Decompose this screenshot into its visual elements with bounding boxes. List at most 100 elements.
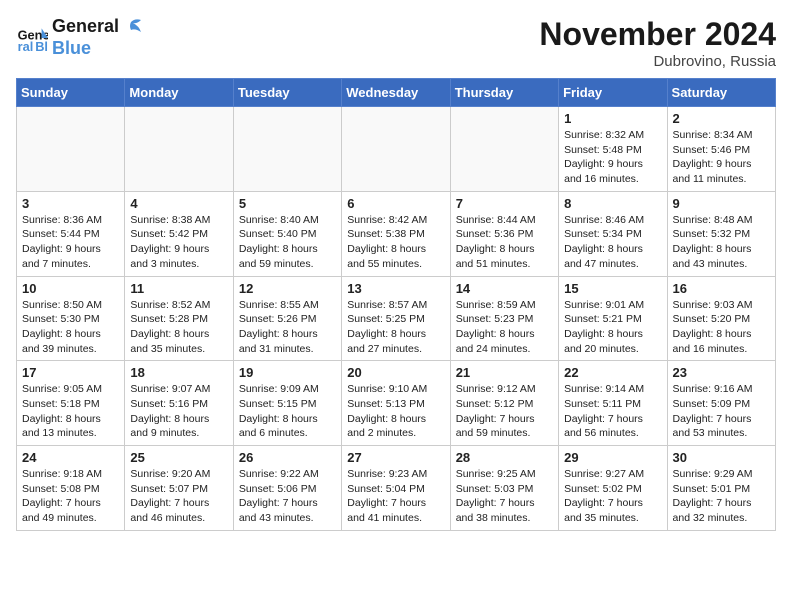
calendar-table: SundayMondayTuesdayWednesdayThursdayFrid… [16,78,776,531]
title-block: November 2024 Dubrovino, Russia [539,16,776,70]
day-info: Sunrise: 9:25 AM Sunset: 5:03 PM Dayligh… [456,467,553,526]
weekday-header-saturday: Saturday [667,79,775,107]
day-number: 29 [564,450,661,465]
calendar-cell: 16Sunrise: 9:03 AM Sunset: 5:20 PM Dayli… [667,276,775,361]
calendar-cell: 20 Sunrise: 9:10 AM Sunset: 5:13 PM Dayli… [342,361,450,446]
calendar-week-3: 10Sunrise: 8:50 AM Sunset: 5:30 PM Dayli… [17,276,776,361]
day-info: Sunrise: 9:12 AM Sunset: 5:12 PM Dayligh… [456,382,553,441]
day-info: Sunrise: 8:52 AM Sunset: 5:28 PM Dayligh… [130,298,227,357]
day-number: 28 [456,450,553,465]
calendar-cell [450,107,558,192]
day-number: 23 [673,365,770,380]
weekday-header-thursday: Thursday [450,79,558,107]
calendar-cell [342,107,450,192]
day-number: 4 [130,196,227,211]
calendar-cell: 18 Sunrise: 9:07 AM Sunset: 5:16 PM Dayli… [125,361,233,446]
calendar-cell: 1 Sunrise: 8:32 AM Sunset: 5:48 PM Daylig… [559,107,667,192]
calendar-cell: 12Sunrise: 8:55 AM Sunset: 5:26 PM Dayli… [233,276,341,361]
day-info: Sunrise: 9:09 AM Sunset: 5:15 PM Dayligh… [239,382,336,441]
day-info: Sunrise: 8:34 AM Sunset: 5:46 PM Dayligh… [673,128,770,187]
calendar-cell: 9 Sunrise: 8:48 AM Sunset: 5:32 PM Daylig… [667,191,775,276]
day-info: Sunrise: 8:32 AM Sunset: 5:48 PM Dayligh… [564,128,661,187]
day-number: 16 [673,281,770,296]
calendar-cell: 7 Sunrise: 8:44 AM Sunset: 5:36 PM Daylig… [450,191,558,276]
calendar-cell: 10Sunrise: 8:50 AM Sunset: 5:30 PM Dayli… [17,276,125,361]
day-number: 26 [239,450,336,465]
calendar-week-1: 1 Sunrise: 8:32 AM Sunset: 5:48 PM Daylig… [17,107,776,192]
day-number: 24 [22,450,119,465]
calendar-cell: 29 Sunrise: 9:27 AM Sunset: 5:02 PM Dayli… [559,446,667,531]
day-number: 10 [22,281,119,296]
day-info: Sunrise: 9:22 AM Sunset: 5:06 PM Dayligh… [239,467,336,526]
location: Dubrovino, Russia [539,53,776,70]
day-number: 15 [564,281,661,296]
calendar-cell: 28 Sunrise: 9:25 AM Sunset: 5:03 PM Dayli… [450,446,558,531]
day-number: 5 [239,196,336,211]
calendar-week-4: 17Sunrise: 9:05 AM Sunset: 5:18 PM Dayli… [17,361,776,446]
calendar-cell: 27 Sunrise: 9:23 AM Sunset: 5:04 PM Dayli… [342,446,450,531]
calendar-week-5: 24 Sunrise: 9:18 AM Sunset: 5:08 PM Dayli… [17,446,776,531]
weekday-header-sunday: Sunday [17,79,125,107]
day-number: 20 [347,365,444,380]
day-info: Sunrise: 9:23 AM Sunset: 5:04 PM Dayligh… [347,467,444,526]
day-info: Sunrise: 9:29 AM Sunset: 5:01 PM Dayligh… [673,467,770,526]
calendar-cell: 23 Sunrise: 9:16 AM Sunset: 5:09 PM Dayli… [667,361,775,446]
weekday-header-monday: Monday [125,79,233,107]
calendar-cell: 15Sunrise: 9:01 AM Sunset: 5:21 PM Dayli… [559,276,667,361]
calendar-cell: 8Sunrise: 8:46 AM Sunset: 5:34 PM Daylig… [559,191,667,276]
day-info: Sunrise: 8:46 AM Sunset: 5:34 PM Dayligh… [564,213,661,272]
day-info: Sunrise: 9:14 AM Sunset: 5:11 PM Dayligh… [564,382,661,441]
day-info: Sunrise: 8:38 AM Sunset: 5:42 PM Dayligh… [130,213,227,272]
weekday-header-friday: Friday [559,79,667,107]
calendar-cell: 4 Sunrise: 8:38 AM Sunset: 5:42 PM Daylig… [125,191,233,276]
logo-icon: Gene ral Bl [16,22,48,54]
day-number: 7 [456,196,553,211]
day-info: Sunrise: 8:48 AM Sunset: 5:32 PM Dayligh… [673,213,770,272]
day-number: 12 [239,281,336,296]
day-number: 9 [673,196,770,211]
weekday-header-row: SundayMondayTuesdayWednesdayThursdayFrid… [17,79,776,107]
calendar-cell: 26 Sunrise: 9:22 AM Sunset: 5:06 PM Dayli… [233,446,341,531]
day-info: Sunrise: 9:07 AM Sunset: 5:16 PM Dayligh… [130,382,227,441]
logo-blue: Blue [52,38,143,60]
day-number: 2 [673,111,770,126]
calendar-cell: 21Sunrise: 9:12 AM Sunset: 5:12 PM Dayli… [450,361,558,446]
calendar-cell: 17Sunrise: 9:05 AM Sunset: 5:18 PM Dayli… [17,361,125,446]
day-number: 6 [347,196,444,211]
calendar-cell [125,107,233,192]
day-info: Sunrise: 8:36 AM Sunset: 5:44 PM Dayligh… [22,213,119,272]
calendar-cell: 14 Sunrise: 8:59 AM Sunset: 5:23 PM Dayli… [450,276,558,361]
svg-text:Bl: Bl [35,38,48,53]
day-info: Sunrise: 9:16 AM Sunset: 5:09 PM Dayligh… [673,382,770,441]
day-info: Sunrise: 8:59 AM Sunset: 5:23 PM Dayligh… [456,298,553,357]
day-number: 1 [564,111,661,126]
day-info: Sunrise: 9:18 AM Sunset: 5:08 PM Dayligh… [22,467,119,526]
logo: Gene ral Bl General Blue [16,16,143,59]
day-number: 13 [347,281,444,296]
calendar-week-2: 3Sunrise: 8:36 AM Sunset: 5:44 PM Daylig… [17,191,776,276]
logo-bird-icon [121,18,143,36]
calendar-cell [233,107,341,192]
calendar-cell: 13 Sunrise: 8:57 AM Sunset: 5:25 PM Dayli… [342,276,450,361]
day-info: Sunrise: 8:44 AM Sunset: 5:36 PM Dayligh… [456,213,553,272]
day-info: Sunrise: 9:10 AM Sunset: 5:13 PM Dayligh… [347,382,444,441]
day-number: 14 [456,281,553,296]
calendar-cell: 22 Sunrise: 9:14 AM Sunset: 5:11 PM Dayli… [559,361,667,446]
calendar-cell: 24 Sunrise: 9:18 AM Sunset: 5:08 PM Dayli… [17,446,125,531]
calendar-cell: 3Sunrise: 8:36 AM Sunset: 5:44 PM Daylig… [17,191,125,276]
weekday-header-wednesday: Wednesday [342,79,450,107]
day-number: 22 [564,365,661,380]
day-info: Sunrise: 9:27 AM Sunset: 5:02 PM Dayligh… [564,467,661,526]
page-header: Gene ral Bl General Blue November 2024 D… [16,16,776,70]
calendar-cell [17,107,125,192]
svg-text:ral: ral [18,38,34,53]
day-info: Sunrise: 8:42 AM Sunset: 5:38 PM Dayligh… [347,213,444,272]
day-number: 27 [347,450,444,465]
calendar-cell: 2 Sunrise: 8:34 AM Sunset: 5:46 PM Daylig… [667,107,775,192]
weekday-header-tuesday: Tuesday [233,79,341,107]
day-number: 18 [130,365,227,380]
day-number: 17 [22,365,119,380]
calendar-cell: 6 Sunrise: 8:42 AM Sunset: 5:38 PM Daylig… [342,191,450,276]
calendar-cell: 30Sunrise: 9:29 AM Sunset: 5:01 PM Dayli… [667,446,775,531]
day-info: Sunrise: 8:57 AM Sunset: 5:25 PM Dayligh… [347,298,444,357]
